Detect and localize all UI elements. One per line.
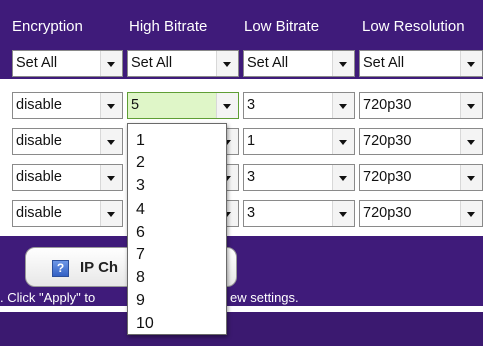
select-value: disable bbox=[16, 97, 62, 113]
chevron-down-icon bbox=[460, 165, 482, 190]
chevron-down-icon bbox=[100, 51, 122, 76]
chevron-down-icon bbox=[332, 93, 354, 118]
chevron-down-icon bbox=[216, 51, 238, 76]
table-row: disable 3 720p30 bbox=[0, 198, 483, 230]
select-value: 720p30 bbox=[363, 97, 412, 113]
high-bitrate-dropdown-list: 1 2 3 4 6 7 8 9 10 bbox=[127, 123, 227, 335]
set-all-high-bitrate-select[interactable]: Set All bbox=[127, 50, 239, 77]
table-row: disable 3 720p30 bbox=[0, 162, 483, 194]
column-header-encryption: Encryption bbox=[12, 18, 83, 35]
dropdown-option[interactable]: 2 bbox=[136, 154, 145, 172]
select-value: 720p30 bbox=[363, 169, 412, 185]
chevron-down-icon bbox=[332, 201, 354, 226]
low-resolution-select[interactable]: 720p30 bbox=[359, 200, 483, 227]
low-resolution-select[interactable]: 720p30 bbox=[359, 92, 483, 119]
encryption-select[interactable]: disable bbox=[12, 128, 123, 155]
select-value: 3 bbox=[247, 97, 256, 113]
dropdown-option[interactable]: 7 bbox=[136, 246, 145, 264]
table-row: disable 5 3 720p30 bbox=[0, 90, 483, 122]
set-all-low-bitrate-select[interactable]: Set All bbox=[243, 50, 355, 77]
dropdown-option[interactable]: 4 bbox=[136, 201, 145, 219]
select-value: Set All bbox=[16, 55, 58, 71]
low-bitrate-select[interactable]: 1 bbox=[243, 128, 355, 155]
chevron-down-icon bbox=[460, 93, 482, 118]
ip-change-button-label: IP Ch bbox=[80, 259, 119, 276]
column-header-low-resolution: Low Resolution bbox=[362, 18, 465, 35]
select-value: 3 bbox=[247, 205, 256, 221]
low-resolution-select[interactable]: 720p30 bbox=[359, 164, 483, 191]
select-value: disable bbox=[16, 169, 62, 185]
column-header-low-bitrate: Low Bitrate bbox=[244, 18, 320, 35]
select-value: Set All bbox=[247, 55, 289, 71]
low-bitrate-select[interactable]: 3 bbox=[243, 164, 355, 191]
chevron-down-icon bbox=[460, 51, 482, 76]
low-resolution-select[interactable]: 720p30 bbox=[359, 128, 483, 155]
select-value: disable bbox=[16, 133, 62, 149]
select-value: 3 bbox=[247, 169, 256, 185]
chevron-down-icon bbox=[332, 129, 354, 154]
low-bitrate-select[interactable]: 3 bbox=[243, 200, 355, 227]
select-value: Set All bbox=[131, 55, 173, 71]
chevron-down-icon bbox=[460, 129, 482, 154]
table-row: disable 1 720p30 bbox=[0, 126, 483, 158]
chevron-down-icon bbox=[332, 51, 354, 76]
column-header-high-bitrate: High Bitrate bbox=[129, 18, 208, 35]
chevron-down-icon bbox=[332, 165, 354, 190]
apply-hint-right: ew settings. bbox=[230, 290, 299, 305]
help-icon: ? bbox=[52, 260, 69, 277]
bottom-band bbox=[0, 312, 483, 346]
high-bitrate-select[interactable]: 5 bbox=[127, 92, 239, 119]
apply-hint-left: . Click "Apply" to bbox=[0, 290, 96, 305]
dropdown-option[interactable]: 8 bbox=[136, 269, 145, 287]
dropdown-option[interactable]: 3 bbox=[136, 177, 145, 195]
dropdown-option[interactable]: 6 bbox=[136, 224, 145, 242]
select-value: disable bbox=[16, 205, 62, 221]
select-value: 5 bbox=[131, 97, 140, 113]
chevron-down-icon bbox=[460, 201, 482, 226]
select-value: 720p30 bbox=[363, 205, 412, 221]
set-all-low-resolution-select[interactable]: Set All bbox=[359, 50, 483, 77]
set-all-encryption-select[interactable]: Set All bbox=[12, 50, 123, 77]
apply-hint-text: . Click "Apply" to ew settings. bbox=[0, 290, 483, 306]
chevron-down-icon bbox=[100, 93, 122, 118]
chevron-down-icon bbox=[216, 93, 238, 118]
chevron-down-icon bbox=[100, 129, 122, 154]
low-bitrate-select[interactable]: 3 bbox=[243, 92, 355, 119]
chevron-down-icon bbox=[100, 165, 122, 190]
dropdown-option[interactable]: 9 bbox=[136, 292, 145, 310]
chevron-down-icon bbox=[100, 201, 122, 226]
select-value: Set All bbox=[363, 55, 405, 71]
encryption-select[interactable]: disable bbox=[12, 92, 123, 119]
dropdown-option[interactable]: 10 bbox=[136, 315, 154, 333]
dropdown-option[interactable]: 1 bbox=[136, 132, 145, 150]
select-value: 1 bbox=[247, 133, 256, 149]
encryption-select[interactable]: disable bbox=[12, 200, 123, 227]
select-value: 720p30 bbox=[363, 133, 412, 149]
encryption-select[interactable]: disable bbox=[12, 164, 123, 191]
